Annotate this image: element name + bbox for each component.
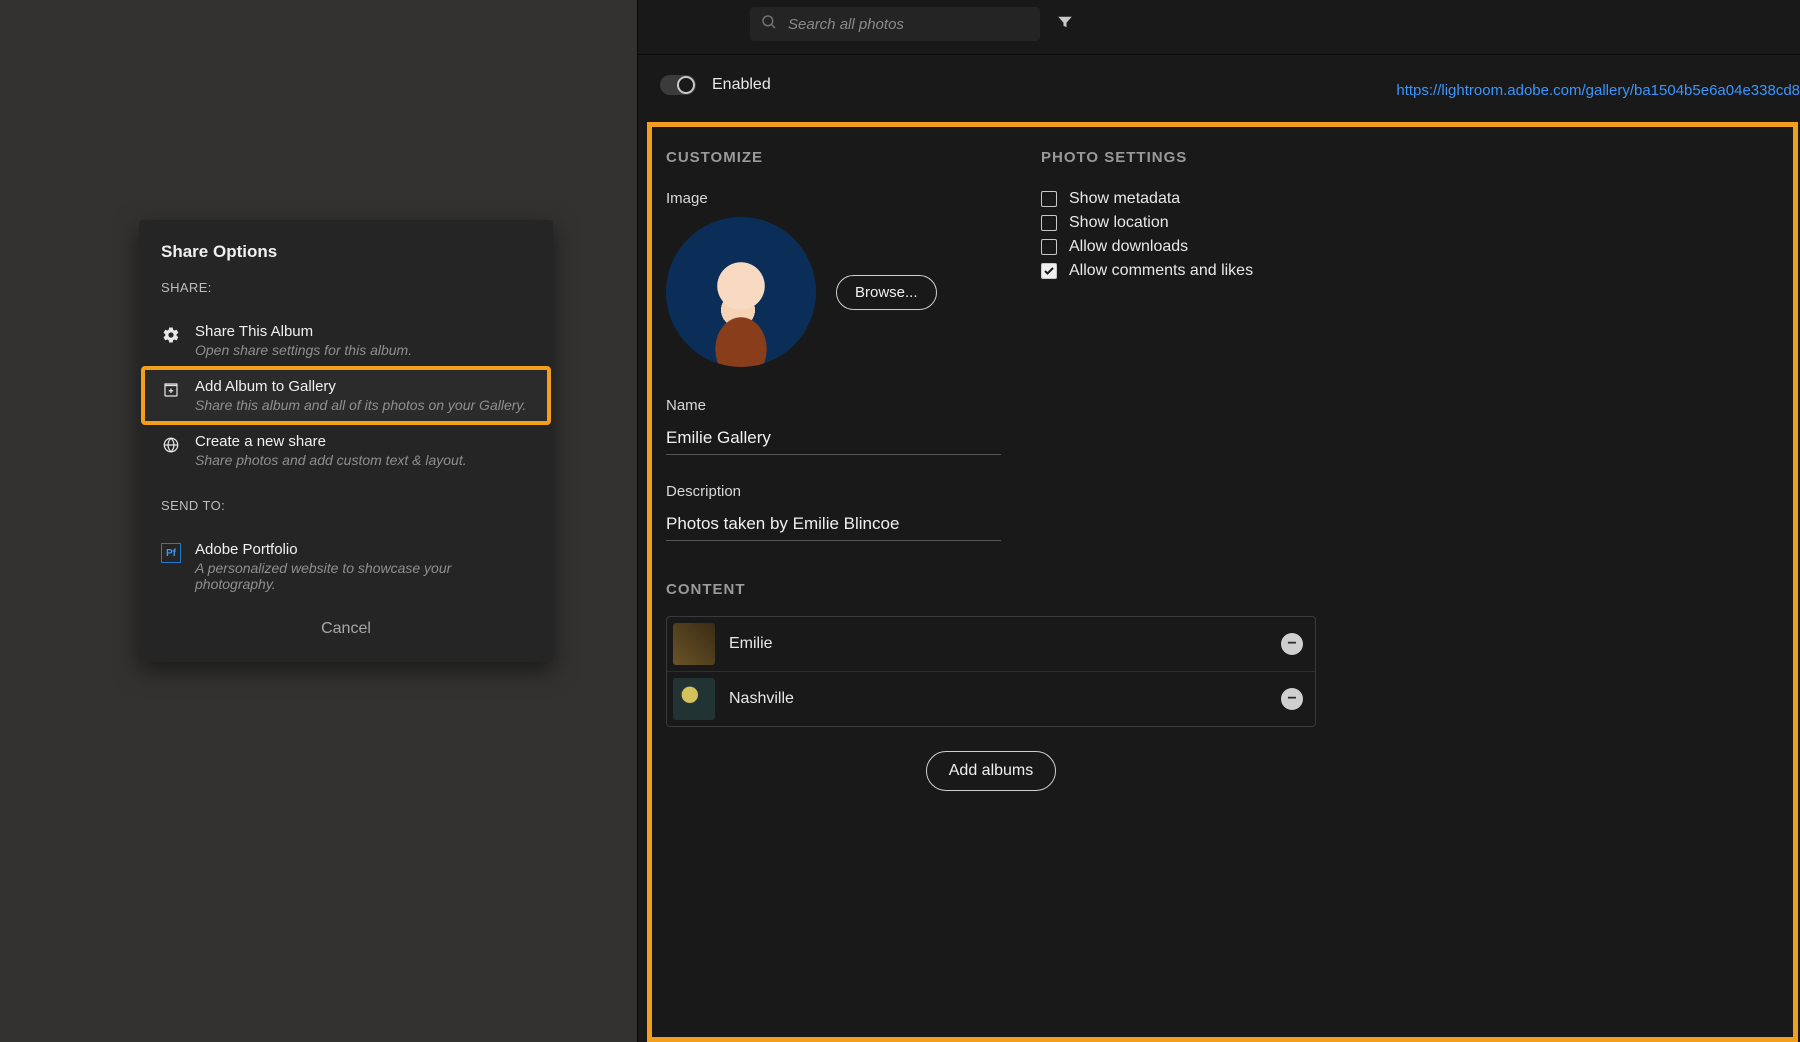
globe-icon	[161, 435, 181, 455]
checkbox-label: Allow downloads	[1069, 238, 1188, 256]
send-to-label: SEND TO:	[161, 498, 531, 513]
portfolio-icon: Pf	[161, 543, 181, 563]
checkbox-icon	[1041, 191, 1057, 207]
share-item-title: Create a new share	[195, 433, 467, 450]
share-item-title: Adobe Portfolio	[195, 541, 531, 558]
browse-button[interactable]: Browse...	[836, 275, 937, 310]
share-item-desc: Open share settings for this album.	[195, 342, 412, 358]
create-new-share[interactable]: Create a new share Share photos and add …	[161, 423, 531, 478]
avatar	[666, 217, 816, 367]
share-this-album[interactable]: Share This Album Open share settings for…	[161, 313, 531, 368]
checkbox-icon	[1041, 263, 1057, 279]
left-pane: Share Options SHARE: Share This Album Op…	[0, 0, 636, 1042]
content-heading: CONTENT	[666, 581, 1001, 598]
share-item-desc: Share photos and add custom text & layou…	[195, 452, 467, 468]
share-item-desc: A personalized website to showcase your …	[195, 560, 531, 592]
enable-toggle[interactable]	[660, 75, 696, 95]
checkbox-icon	[1041, 215, 1057, 231]
gallery-url-link[interactable]: https://lightroom.adobe.com/gallery/ba15…	[1396, 82, 1800, 99]
gallery-settings-panel: CUSTOMIZE Image Browse... Name Descripti…	[647, 122, 1798, 1042]
show-location-checkbox[interactable]: Show location	[1041, 214, 1765, 232]
share-item-title: Share This Album	[195, 323, 412, 340]
add-gallery-icon	[161, 380, 181, 400]
gear-icon	[161, 325, 181, 345]
share-options-popup: Share Options SHARE: Share This Album Op…	[139, 220, 553, 662]
search-icon	[760, 13, 778, 36]
add-albums-button[interactable]: Add albums	[926, 751, 1057, 791]
album-thumb	[673, 623, 715, 665]
checkbox-label: Allow comments and likes	[1069, 262, 1253, 280]
share-title: Share Options	[161, 242, 531, 262]
show-metadata-checkbox[interactable]: Show metadata	[1041, 190, 1765, 208]
right-pane: Enabled https://lightroom.adobe.com/gall…	[637, 0, 1800, 1042]
album-thumb	[673, 678, 715, 720]
share-item-title: Add Album to Gallery	[195, 378, 526, 395]
add-album-to-gallery[interactable]: Add Album to Gallery Share this album an…	[143, 368, 549, 423]
checkbox-label: Show metadata	[1069, 190, 1180, 208]
share-section-label: SHARE:	[161, 280, 531, 295]
search-input[interactable]	[788, 16, 1030, 33]
filter-icon[interactable]	[1056, 13, 1074, 36]
checkbox-label: Show location	[1069, 214, 1169, 232]
image-label: Image	[666, 190, 1001, 207]
share-item-desc: Share this album and all of its photos o…	[195, 397, 526, 413]
checkbox-icon	[1041, 239, 1057, 255]
name-field[interactable]	[666, 424, 1001, 455]
allow-comments-checkbox[interactable]: Allow comments and likes	[1041, 262, 1765, 280]
photo-settings-heading: PHOTO SETTINGS	[1041, 149, 1765, 166]
search-wrap[interactable]	[750, 7, 1040, 41]
description-field[interactable]	[666, 510, 1001, 541]
enable-label: Enabled	[712, 76, 771, 94]
adobe-portfolio[interactable]: Pf Adobe Portfolio A personalized websit…	[161, 531, 531, 602]
cancel-button[interactable]: Cancel	[161, 602, 531, 642]
allow-downloads-checkbox[interactable]: Allow downloads	[1041, 238, 1765, 256]
description-label: Description	[666, 483, 1001, 500]
customize-heading: CUSTOMIZE	[666, 149, 1001, 166]
name-label: Name	[666, 397, 1001, 414]
